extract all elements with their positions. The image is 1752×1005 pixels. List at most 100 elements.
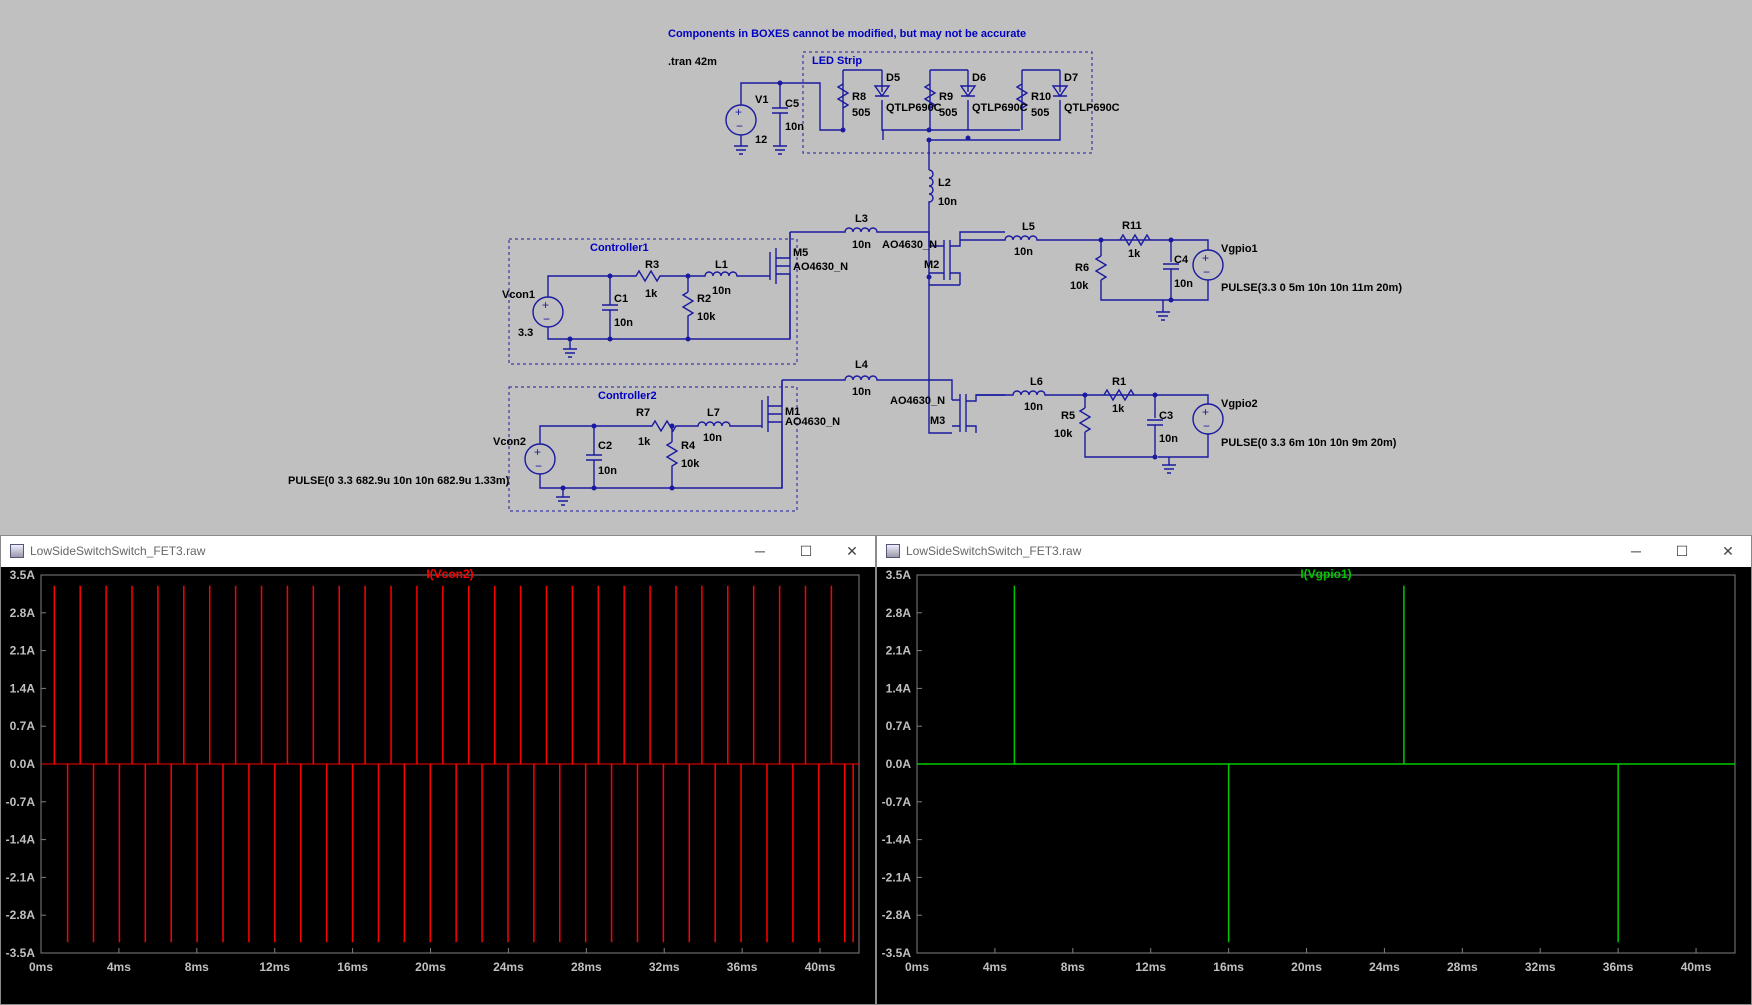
r6-value: 10k [1070,280,1089,292]
r1-value: 1k [1112,403,1125,415]
d6-label: D6 [972,72,986,84]
vgpio1-label: Vgpio1 [1221,243,1258,255]
m5-value: AO4630_N [793,261,848,273]
x-tick-label: 40ms [805,960,836,974]
controller1-box [508,238,798,365]
r7-value: 1k [638,436,651,448]
y-tick-label: -0.7A [882,795,912,809]
vcon1-source[interactable]: + − [532,296,564,328]
waveform-window-vgpio1[interactable]: LowSideSwitchSwitch_FET3.raw ─ ☐ ✕ I(Vgp… [876,535,1752,1005]
vgpio2-value: PULSE(0 3.3 6m 10n 10n 9m 20m) [1221,437,1397,449]
l2-label: L2 [938,177,951,189]
x-tick-label: 28ms [1447,960,1478,974]
m3-label: M3 [930,415,945,427]
c3-label: C3 [1159,410,1173,422]
svg-text:+: + [534,445,541,459]
v1-value: 12 [755,134,767,146]
y-tick-label: 1.4A [10,681,36,695]
y-tick-label: 1.4A [886,681,912,695]
r5-label: R5 [1061,410,1075,422]
schematic-note: Components in BOXES cannot be modified, … [668,28,1026,40]
m5-mosfet[interactable] [769,232,791,339]
y-tick-label: -2.8A [6,908,36,922]
y-tick-label: 3.5A [10,568,36,582]
d5-value: QTLP690C [886,102,942,114]
maximize-button[interactable]: ☐ [1659,536,1705,566]
c4-label: C4 [1174,254,1189,266]
x-tick-label: 8ms [1061,960,1085,974]
l3-label: L3 [855,213,868,225]
waveform-plot-svg[interactable]: I(Vgpio1) 3.5A 2.8A 2.1A 1.4A 0.7A 0.0A -0.7A -1… [877,567,1751,1004]
window-title: LowSideSwitchSwitch_FET3.raw [30,544,206,558]
y-tick-label: -2.1A [6,870,36,884]
c1-value: 10n [614,317,633,329]
waveform-plot[interactable]: I(Vcon2) 3.5A 2.8A 2.1A 1.4A 0.7A 0.0A -0.7A -1.… [1,567,875,1004]
c3-value: 10n [1159,433,1178,445]
minimize-button[interactable]: ─ [737,536,783,566]
svg-text:+: + [542,298,549,312]
m1-mosfet[interactable] [761,380,783,488]
c4-value: 10n [1174,278,1193,290]
d7-value: QTLP690C [1064,102,1120,114]
waveform-app-icon [886,544,900,558]
svg-text:−: − [543,312,550,326]
waveform-plot-svg[interactable]: I(Vcon2) 3.5A 2.8A 2.1A 1.4A 0.7A 0.0A -0.7A -1.… [1,567,875,1004]
y-tick-label: 0.7A [10,719,36,733]
vgpio2-source[interactable]: + − [1192,403,1224,435]
l6-label: L6 [1030,376,1043,388]
x-tick-label: 0ms [29,960,53,974]
svg-text:+: + [1202,405,1209,419]
y-tick-label: 0.0A [10,757,36,771]
waveform-app-icon [10,544,24,558]
x-tick-label: 12ms [259,960,290,974]
c2-label: C2 [598,440,612,452]
r2-label: R2 [697,293,711,305]
waveform-plot[interactable]: I(Vgpio1) 3.5A 2.8A 2.1A 1.4A 0.7A 0.0A -0.7A -1… [877,567,1751,1004]
y-tick-label: -1.4A [6,833,36,847]
vgpio2-label: Vgpio2 [1221,398,1258,410]
l5-value: 10n [1014,246,1033,258]
v1-label: V1 [755,94,768,106]
y-tick-label: 0.0A [886,757,912,771]
schematic-canvas[interactable]: Components in BOXES cannot be modified, … [0,0,1752,533]
y-tick-label: 3.5A [886,568,912,582]
y-tick-label: 2.8A [886,606,912,620]
vgpio1-value: PULSE(3.3 0 5m 10n 10n 11m 20m) [1221,282,1402,294]
m1-value: AO4630_N [785,416,840,428]
x-tick-label: 0ms [905,960,929,974]
trace-title: I(Vgpio1) [1300,567,1351,581]
vcon1-label: Vcon1 [502,289,535,301]
l3-value: 10n [852,239,871,251]
r6-label: R6 [1075,262,1089,274]
close-button[interactable]: ✕ [829,536,875,566]
y-tick-label: 0.7A [886,719,912,733]
close-button[interactable]: ✕ [1705,536,1751,566]
m5-label: M5 [793,247,808,259]
led-strip-title: LED Strip [812,55,862,67]
y-tick-label: -2.8A [882,908,912,922]
maximize-button[interactable]: ☐ [783,536,829,566]
x-tick-label: 28ms [571,960,602,974]
svg-text:−: − [1203,265,1210,279]
window-titlebar[interactable]: LowSideSwitchSwitch_FET3.raw ─ ☐ ✕ [1,536,875,566]
d6-value: QTLP690C [972,102,1028,114]
d7-label: D7 [1064,72,1078,84]
controller1-title: Controller1 [590,242,649,254]
svg-text:+: + [735,105,742,119]
l4-label: L4 [855,359,869,371]
r5-value: 10k [1054,428,1073,440]
trace-title: I(Vcon2) [426,567,473,581]
window-titlebar[interactable]: LowSideSwitchSwitch_FET3.raw ─ ☐ ✕ [877,536,1751,566]
v1-source[interactable]: + − [725,104,757,136]
l6-value: 10n [1024,401,1043,413]
l4-value: 10n [852,386,871,398]
x-tick-label: 36ms [1603,960,1634,974]
y-tick-label: -3.5A [882,946,912,960]
tran-directive[interactable]: .tran 42m [668,56,717,68]
svg-text:−: − [1203,419,1210,433]
waveform-window-vcon2[interactable]: LowSideSwitchSwitch_FET3.raw ─ ☐ ✕ I(Vco… [0,535,876,1005]
minimize-button[interactable]: ─ [1613,536,1659,566]
vcon2-source[interactable]: + − [524,443,556,475]
vgpio1-source[interactable]: + − [1192,249,1224,281]
x-tick-label: 32ms [1525,960,1556,974]
